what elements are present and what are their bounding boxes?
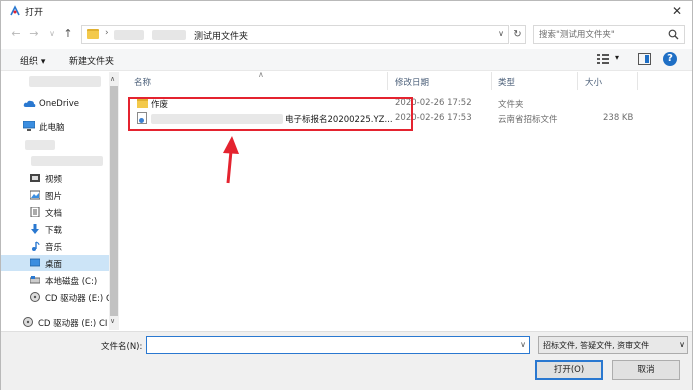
recent-locations-dropdown[interactable]: ∨: [45, 26, 59, 42]
column-divider[interactable]: [387, 72, 388, 90]
cd-drive-icon: [23, 317, 33, 327]
cd-drive-icon: [30, 292, 40, 302]
window-title: 打开: [25, 8, 44, 18]
back-button[interactable]: ←: [9, 26, 23, 42]
sidebar-item-local-disk-c[interactable]: 本地磁盘 (C:): [1, 272, 109, 288]
desktop-icon: [30, 258, 40, 267]
scrollbar-thumb[interactable]: [110, 86, 118, 316]
sidebar-item-cd-drive-root[interactable]: CD 驱动器 (E:) CI: [1, 314, 109, 330]
sidebar-item-documents[interactable]: 文档: [1, 204, 109, 220]
address-bar[interactable]: › 测试用文件夹 ∨: [81, 25, 509, 44]
column-header-type[interactable]: 类型: [498, 76, 515, 88]
redacted-breadcrumb: [114, 30, 144, 40]
breadcrumb-separator: ›: [105, 28, 109, 38]
sidebar-item-onedrive[interactable]: OneDrive: [1, 96, 109, 112]
computer-icon: [23, 121, 35, 131]
sidebar-item-cd-drive[interactable]: CD 驱动器 (E:) C: [1, 289, 112, 305]
chevron-down-icon[interactable]: ∨: [677, 340, 685, 349]
filename-label: 文件名(N):: [101, 342, 143, 352]
bottom-panel: 文件名(N): ∨ 招标文件, 答疑文件, 资审文件 ∨ 打开(O) 取消: [1, 331, 692, 390]
filename-combobox[interactable]: ∨: [146, 336, 530, 354]
chevron-down-icon[interactable]: ∨: [498, 29, 504, 38]
sidebar-scrollbar[interactable]: [109, 72, 119, 330]
column-header-size[interactable]: 大小: [585, 76, 602, 88]
document-icon: [30, 207, 40, 217]
view-options-icon[interactable]: [597, 53, 609, 65]
organize-menu[interactable]: 组织 ▾: [20, 54, 45, 67]
redacted-quick-access[interactable]: [29, 76, 101, 87]
column-header-modified[interactable]: 修改日期: [395, 76, 429, 88]
open-file-dialog: 打开 ✕ ← → ∨ ↑ › 测试用文件夹 ∨ ↻ 组织 ▾ 新建文件夹 ▾ ?: [0, 0, 693, 390]
sort-indicator-icon: ∧: [258, 70, 264, 79]
search-icon: [668, 29, 679, 40]
sidebar-item-this-pc[interactable]: 此电脑: [1, 118, 109, 134]
file-size: 238 KB: [603, 113, 634, 123]
column-divider[interactable]: [491, 72, 492, 90]
search-input[interactable]: [539, 28, 664, 42]
up-button[interactable]: ↑: [61, 26, 75, 42]
file-type-filter-value: 招标文件, 答疑文件, 资审文件: [543, 341, 650, 350]
sidebar-item-downloads[interactable]: 下载: [1, 221, 109, 237]
navigation-pane: OneDrive 此电脑 视频 图片 文档 下载 音乐 桌面 本地磁盘 (C:)…: [1, 72, 119, 330]
column-divider[interactable]: [637, 72, 638, 90]
open-button[interactable]: 打开(O): [535, 360, 603, 380]
column-divider[interactable]: [577, 72, 578, 90]
folder-icon: [87, 29, 99, 39]
breadcrumb-current[interactable]: 测试用文件夹: [194, 29, 248, 42]
redacted-item[interactable]: [31, 156, 103, 166]
sidebar-item-pictures[interactable]: 图片: [1, 187, 109, 203]
filename-input[interactable]: [150, 338, 515, 352]
cancel-button[interactable]: 取消: [612, 360, 680, 380]
sidebar-item-videos[interactable]: 视频: [1, 170, 109, 186]
annotation-highlight-file: [128, 97, 413, 131]
scroll-down-arrow[interactable]: ∨: [110, 317, 115, 325]
close-button[interactable]: ✕: [668, 3, 686, 19]
file-type-filter[interactable]: 招标文件, 答疑文件, 资审文件 ∨: [538, 336, 688, 354]
command-bar: 组织 ▾ 新建文件夹 ▾ ?: [1, 49, 692, 71]
refresh-button[interactable]: ↻: [510, 25, 526, 44]
forward-button[interactable]: →: [27, 26, 41, 42]
preview-pane-icon[interactable]: [638, 53, 651, 65]
app-icon: [10, 5, 20, 16]
redacted-item[interactable]: [25, 140, 55, 150]
title-bar: 打开 ✕: [1, 1, 692, 21]
chevron-down-icon[interactable]: ∨: [520, 340, 526, 349]
picture-icon: [30, 190, 40, 200]
column-header-name[interactable]: 名称: [134, 76, 151, 88]
sidebar-item-music[interactable]: 音乐: [1, 238, 109, 254]
scroll-up-arrow[interactable]: ∧: [110, 75, 115, 83]
view-dropdown[interactable]: ▾: [615, 53, 619, 62]
download-icon: [31, 224, 39, 234]
cloud-icon: [23, 100, 36, 107]
music-icon: [32, 241, 40, 251]
help-icon[interactable]: ?: [663, 52, 677, 66]
video-icon: [30, 174, 40, 182]
file-type: 文件夹: [498, 100, 524, 110]
file-type: 云南省招标文件: [498, 115, 558, 125]
sidebar-item-desktop[interactable]: 桌面: [1, 255, 109, 271]
new-folder-button[interactable]: 新建文件夹: [69, 54, 114, 67]
redacted-breadcrumb: [152, 30, 186, 40]
search-box[interactable]: [533, 25, 685, 44]
drive-icon: [30, 276, 40, 284]
